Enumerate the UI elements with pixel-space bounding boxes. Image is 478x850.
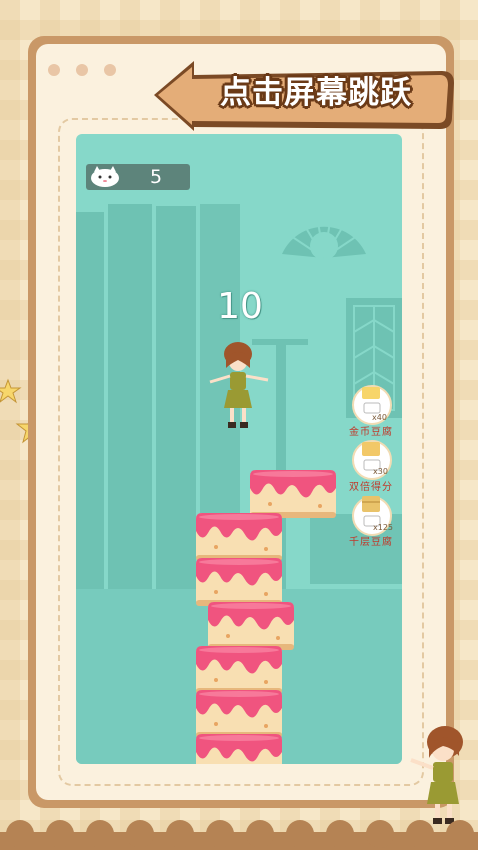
bonus-multiplier: x30	[373, 467, 388, 476]
cat-face-icon	[91, 166, 119, 187]
score-display: 10	[217, 286, 263, 327]
cake-layer	[208, 602, 294, 650]
cake-layer	[196, 690, 282, 738]
bonus-label: 千层豆腐	[349, 537, 393, 548]
lives-count: 5	[149, 166, 163, 188]
cake-layer	[196, 734, 282, 764]
bonus-multiplier: x125	[373, 523, 394, 532]
bonus-multiplier: x40	[372, 413, 387, 422]
cake-layer	[196, 558, 282, 606]
frame-dot	[104, 64, 116, 76]
scalloped-border	[0, 820, 478, 850]
cake-tower	[196, 470, 336, 764]
cake-layer	[250, 470, 336, 518]
game-screen[interactable]	[76, 134, 402, 764]
cake-layer	[196, 513, 282, 561]
star-icon	[0, 378, 22, 404]
frame-dot	[76, 64, 88, 76]
cake-layer	[196, 646, 282, 694]
waving-girl-illustration	[410, 726, 463, 824]
player-character	[209, 342, 269, 428]
frame-dot	[48, 64, 60, 76]
banner-text: 点击屏幕跳跃	[220, 75, 412, 111]
